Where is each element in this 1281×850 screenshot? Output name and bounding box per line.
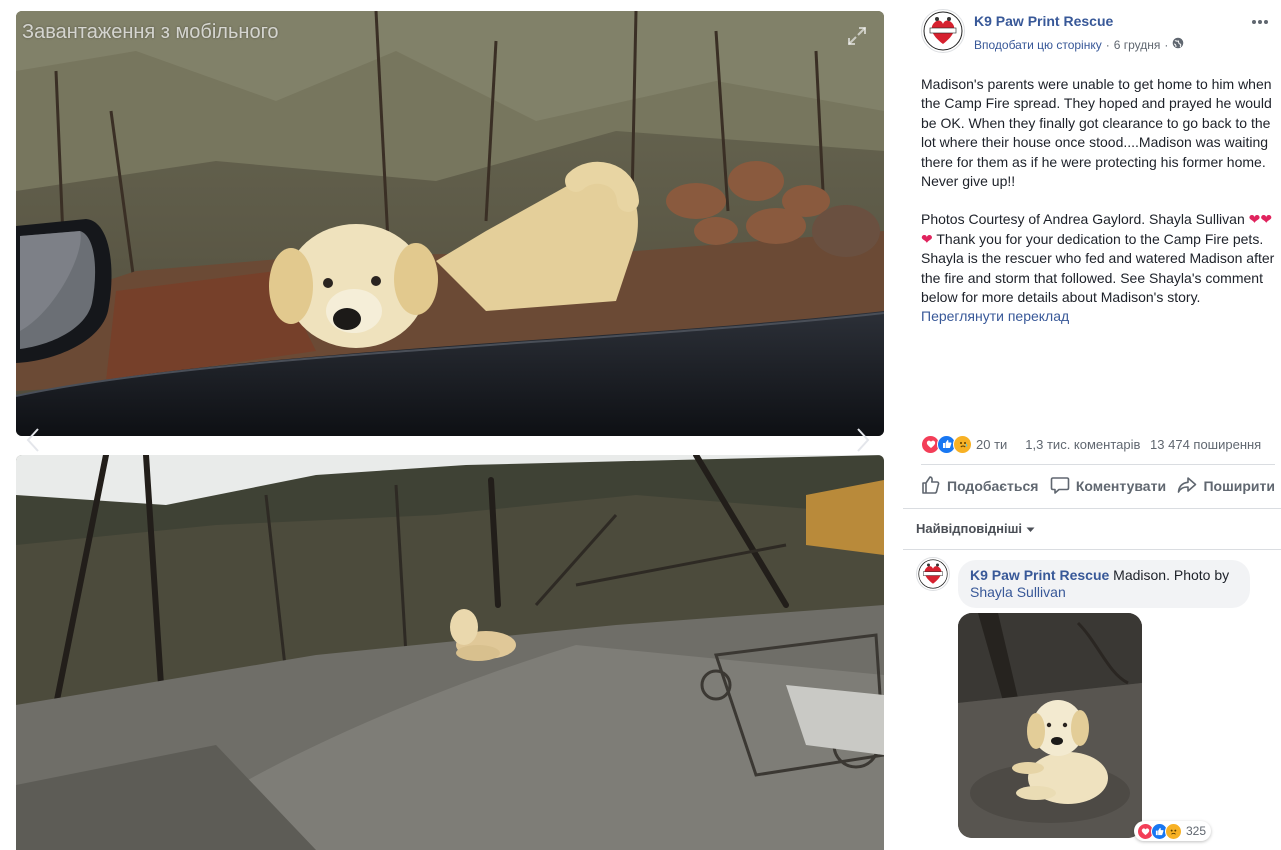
sort-label: Найвідповідніші [916, 521, 1023, 536]
comment-body: Madison. Photo by [1109, 567, 1230, 583]
credits-text: Photos Courtesy of Andrea Gaylord. Shayl… [921, 211, 1245, 228]
more-options-icon[interactable] [1251, 12, 1269, 30]
post-meta: Вподобати цю сторінку · 6 грудня · [974, 37, 1184, 52]
comment-icon [1050, 475, 1070, 498]
comment-button[interactable]: Коментувати [1050, 475, 1166, 498]
reaction-summary[interactable] [921, 434, 972, 454]
expand-icon[interactable] [846, 25, 868, 47]
k9-paw-print-rescue-logo [923, 11, 963, 51]
share-label: Поширити [1203, 478, 1275, 494]
post-stats: 20 ти 1,3 тис. коментарів 13 474 поширен… [921, 433, 1275, 455]
like-icon [921, 475, 941, 498]
photo-viewer: Завантаження з мобільного [0, 0, 903, 850]
stats-counts: 1,3 тис. коментарів 13 474 поширення [1019, 437, 1261, 452]
post-photo-1[interactable]: Завантаження з мобільного [16, 11, 884, 436]
meta-separator: · [1105, 37, 1110, 52]
previous-photo-icon[interactable] [22, 425, 44, 455]
dog-in-car-window-image [16, 11, 884, 436]
post-paragraph-1: Madison's parents were unable to get hom… [921, 76, 1272, 190]
comment-tag-link[interactable]: Shayla Sullivan [970, 584, 1066, 600]
like-page-link[interactable]: Вподобати цю сторінку [974, 38, 1102, 52]
shares-count[interactable]: 13 474 поширення [1150, 437, 1261, 452]
upload-caption: Завантаження з мобільного [22, 21, 279, 43]
post-body: Madison's parents were unable to get hom… [921, 75, 1275, 327]
like-label: Подобається [947, 478, 1039, 494]
comment-sort-dropdown[interactable]: Найвідповідніші [916, 521, 1035, 536]
thanks-text: Thank you for your dedication to the Cam… [921, 230, 1275, 306]
comment-sort-bar: Найвідповідніші [903, 508, 1281, 550]
comment-photo[interactable] [958, 613, 1142, 838]
stats-divider [921, 464, 1275, 465]
post-photo-2[interactable] [16, 455, 884, 850]
share-icon [1177, 475, 1197, 498]
post-date[interactable]: 6 грудня [1114, 38, 1161, 52]
chevron-down-icon [1026, 521, 1035, 536]
comment-author[interactable]: K9 Paw Print Rescue [970, 567, 1109, 583]
sad-reaction-icon [1165, 822, 1182, 840]
page-avatar[interactable] [921, 9, 965, 53]
dog-lying-on-ash-image [958, 613, 1142, 838]
post-panel: K9 Paw Print Rescue Вподобати цю сторінк… [903, 0, 1281, 850]
sad-reaction-icon [953, 434, 972, 454]
see-translation-link[interactable]: Переглянути переклад [921, 307, 1275, 326]
reaction-count[interactable]: 20 ти [976, 437, 1007, 452]
k9-paw-print-rescue-logo-small [918, 559, 948, 589]
comment-author-avatar[interactable] [916, 557, 950, 591]
post-paragraph-2: Photos Courtesy of Andrea Gaylord. Shayl… [921, 210, 1275, 307]
meta-separator-2: · [1164, 37, 1169, 52]
comment-text: K9 Paw Print Rescue Madison. Photo by Sh… [970, 567, 1245, 601]
page-name[interactable]: K9 Paw Print Rescue [974, 13, 1113, 29]
comment-reaction-count: 325 [1186, 824, 1207, 838]
like-button[interactable]: Подобається [921, 475, 1038, 498]
next-photo-icon[interactable] [852, 425, 874, 455]
comment-bubble: K9 Paw Print Rescue Madison. Photo by Sh… [958, 560, 1250, 608]
globe-icon [1172, 37, 1184, 52]
comments-count[interactable]: 1,3 тис. коментарів [1025, 437, 1140, 452]
post-actions: Подобається Коментувати Поширити [921, 472, 1275, 500]
comment-label: Коментувати [1075, 478, 1167, 494]
share-button[interactable]: Поширити [1177, 475, 1275, 498]
comment-reactions[interactable]: 325 [1134, 821, 1212, 841]
dog-in-burned-lot-image [16, 455, 884, 850]
